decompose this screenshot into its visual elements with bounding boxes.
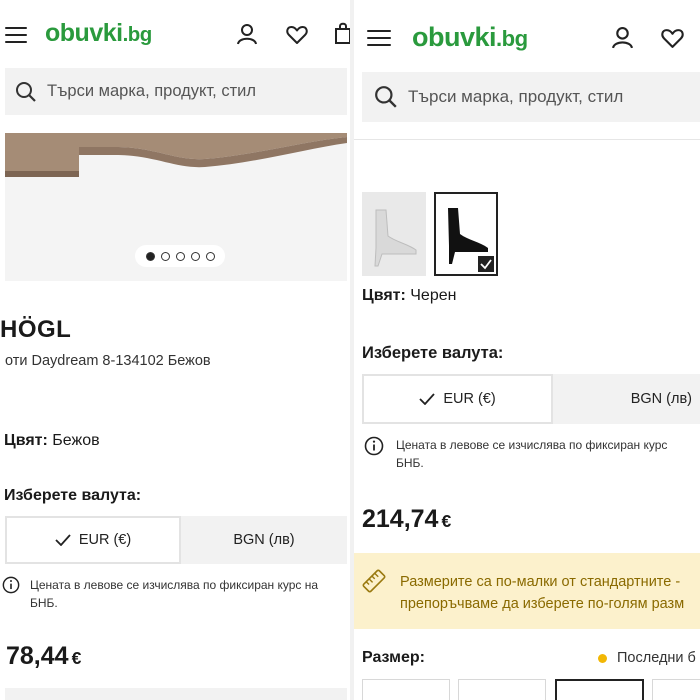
search-icon — [375, 86, 397, 108]
search-placeholder: Търси марка, продукт, стил — [47, 82, 256, 100]
color-label: Цвят: — [362, 287, 406, 304]
left-panel: obuvki.bg Търси марка, продукт, стил HÖG… — [0, 0, 350, 700]
user-icon[interactable] — [236, 23, 258, 45]
check-icon — [55, 534, 71, 546]
currency-title: Изберете валута: — [362, 344, 504, 362]
size-title: Размер: — [362, 649, 425, 666]
color-line: Цвят: Бежов — [4, 432, 100, 450]
color-value: Бежов — [52, 432, 100, 449]
currency-title: Изберете валута: — [4, 487, 142, 504]
color-value: Черен — [410, 287, 457, 304]
info-icon — [2, 576, 20, 594]
color-label: Цвят: — [4, 432, 48, 449]
menu-icon[interactable] — [367, 30, 391, 46]
selected-check-badge — [478, 256, 494, 272]
notice-text-line: Размерите са по-малки от стандартните - — [400, 574, 681, 590]
right-panel: obuvki.bg Търси марка, продукт, стил Цвя… — [354, 0, 700, 700]
price-value: 78,44 — [6, 642, 69, 670]
menu-icon[interactable] — [5, 27, 27, 43]
heart-icon[interactable] — [286, 25, 308, 45]
info-text-line: Цената в левове се изчислява по фиксиран… — [396, 438, 668, 452]
size-option[interactable] — [555, 679, 644, 700]
info-text-line: БНБ. — [396, 456, 424, 470]
price: 78,44 € — [6, 642, 81, 671]
price-value: 214,74 — [362, 505, 439, 533]
ruler-icon — [362, 569, 386, 593]
stock-text: Последни б — [617, 650, 696, 666]
logo-text: obuvki — [45, 19, 123, 47]
color-variant-beige[interactable] — [362, 192, 426, 276]
gallery-dot[interactable] — [175, 251, 185, 261]
size-option[interactable] — [652, 679, 700, 700]
gallery-dot[interactable] — [205, 251, 215, 261]
currency-info: Цената в левове се изчислява по фиксиран… — [2, 576, 348, 612]
search-placeholder: Търси марка, продукт, стил — [408, 87, 624, 106]
currency-eur-label: EUR (€) — [443, 391, 496, 407]
bag-icon[interactable] — [334, 22, 350, 44]
notice-text-line: препоръчваме да изберете по-голям разм — [400, 596, 685, 612]
currency-eur-button[interactable]: EUR (€) — [5, 516, 181, 564]
gallery-dot[interactable] — [160, 251, 170, 261]
color-variant-black[interactable] — [434, 192, 498, 276]
check-icon — [480, 259, 492, 270]
currency-bgn-label: BGN (лв) — [233, 532, 295, 548]
logo[interactable]: obuvki.bg — [45, 19, 152, 48]
variant-image — [374, 209, 417, 267]
currency-eur-button[interactable]: EUR (€) — [362, 374, 553, 424]
heart-icon[interactable] — [661, 28, 684, 49]
separator — [354, 139, 700, 140]
logo-tld: .bg — [496, 26, 528, 51]
logo[interactable]: obuvki.bg — [412, 22, 528, 53]
stock-dot — [598, 653, 607, 663]
gallery-dot[interactable] — [145, 251, 155, 261]
info-text-line: Цената в левове се изчислява по фиксиран… — [30, 578, 319, 592]
search-icon — [16, 81, 36, 102]
header: obuvki.bg — [354, 0, 700, 66]
info-text-line: БНБ. — [30, 596, 58, 610]
stock-status: Последни б — [598, 650, 696, 666]
currency-info: Цената в левове се изчислява по фиксиран… — [364, 436, 700, 472]
size-option[interactable] — [458, 679, 546, 700]
check-icon — [419, 393, 435, 405]
header: obuvki.bg — [0, 0, 350, 66]
color-line: Цвят: Черен — [362, 287, 456, 305]
search-input[interactable]: Търси марка, продукт, стил — [362, 72, 700, 122]
price-currency: € — [441, 511, 452, 531]
size-notice: Размерите са по-малки от стандартните - … — [354, 553, 700, 629]
logo-tld: .bg — [122, 23, 153, 46]
price-currency: € — [71, 648, 82, 668]
gallery-dot[interactable] — [190, 251, 200, 261]
search-input[interactable]: Търси марка, продукт, стил — [5, 68, 347, 115]
currency-eur-label: EUR (€) — [78, 532, 132, 548]
logo-text: obuvki — [412, 22, 497, 52]
product-brand[interactable]: HÖGL — [0, 316, 71, 344]
size-option[interactable] — [362, 679, 450, 700]
user-icon[interactable] — [611, 26, 634, 49]
currency-bgn-label: BGN (лв) — [630, 391, 692, 407]
product-name: оти Daydream 8-134102 Бежов — [5, 353, 211, 369]
currency-bgn-button[interactable]: BGN (лв) — [181, 516, 347, 564]
gallery-pagination — [135, 245, 225, 267]
currency-bgn-button[interactable]: BGN (лв) — [553, 374, 700, 424]
currency-selector: EUR (€) BGN (лв) — [5, 516, 347, 564]
currency-selector: EUR (€) BGN (лв) — [362, 374, 700, 424]
product-image — [5, 133, 347, 177]
info-icon — [364, 436, 384, 456]
price: 214,74 € — [362, 505, 451, 534]
product-gallery[interactable] — [5, 133, 347, 281]
add-to-cart-area[interactable] — [5, 688, 347, 700]
